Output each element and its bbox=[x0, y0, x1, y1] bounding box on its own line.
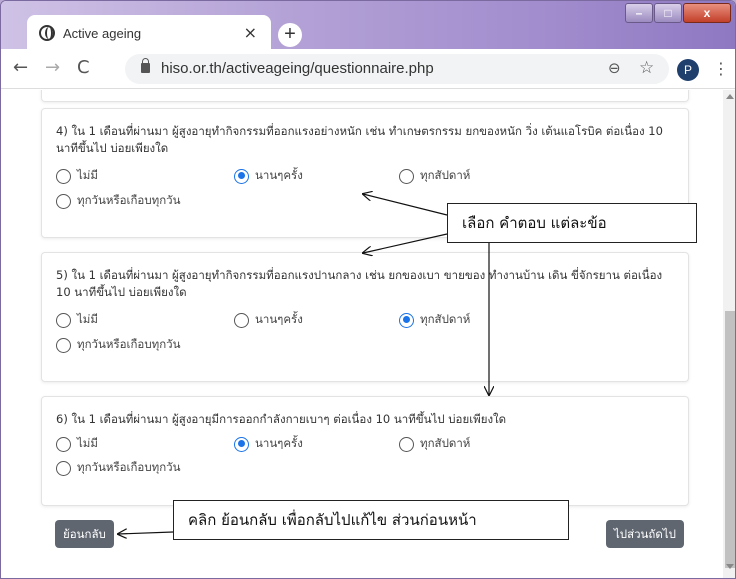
arrow-to-back-button bbox=[118, 532, 174, 534]
maximize-button[interactable]: □ bbox=[654, 3, 682, 23]
menu-kebab-icon[interactable]: ⋮ bbox=[713, 59, 729, 78]
close-window-button[interactable]: x bbox=[683, 3, 731, 23]
new-tab-button[interactable]: + bbox=[278, 23, 302, 47]
scrollbar-thumb[interactable] bbox=[725, 311, 735, 568]
title-bar: Active ageing × + – □ x bbox=[1, 1, 735, 51]
address-bar[interactable]: hiso.or.th/activeageing/questionnaire.ph… bbox=[125, 54, 669, 84]
url-text[interactable]: hiso.or.th/activeageing/questionnaire.ph… bbox=[161, 60, 434, 77]
scroll-down-icon[interactable] bbox=[726, 564, 734, 569]
zoom-icon[interactable]: ⊖ bbox=[608, 59, 621, 77]
scroll-up-icon[interactable] bbox=[726, 94, 734, 99]
lock-icon[interactable] bbox=[141, 58, 150, 73]
browser-tab[interactable]: Active ageing × bbox=[27, 15, 271, 51]
profile-avatar[interactable]: P bbox=[677, 59, 699, 81]
tab-title: Active ageing bbox=[63, 25, 142, 41]
arrow-to-question-5 bbox=[363, 233, 448, 253]
back-arrow-icon[interactable]: ← bbox=[13, 57, 28, 78]
tab-close-icon[interactable]: × bbox=[244, 23, 257, 42]
minimize-button[interactable]: – bbox=[625, 3, 653, 23]
arrow-to-question-4 bbox=[363, 194, 448, 216]
browser-toolbar: ← → C hiso.or.th/activeageing/questionna… bbox=[1, 49, 735, 89]
browser-window: Active ageing × + – □ x ← → C hiso.or.th… bbox=[0, 0, 736, 579]
reload-icon[interactable]: C bbox=[77, 57, 90, 78]
forward-arrow-icon[interactable]: → bbox=[45, 57, 60, 78]
vertical-scrollbar[interactable] bbox=[723, 90, 735, 578]
bookmark-star-icon[interactable]: ☆ bbox=[639, 58, 654, 78]
annotation-arrows bbox=[1, 90, 736, 579]
page-content: 4) ใน 1 เดือนที่ผ่านมา ผู้สูงอายุทำกิจกร… bbox=[1, 90, 736, 579]
globe-icon bbox=[39, 25, 55, 41]
